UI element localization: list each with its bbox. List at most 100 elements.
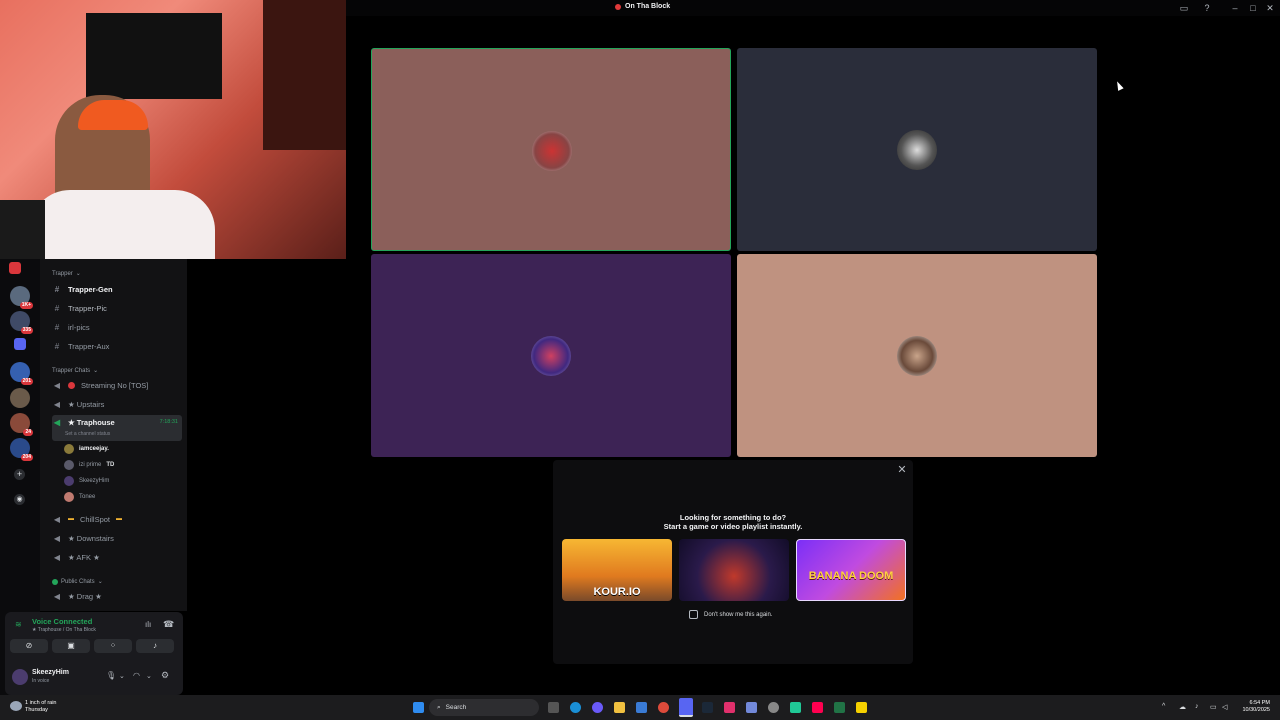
app-icon[interactable] bbox=[790, 702, 801, 713]
hash-icon: # bbox=[54, 322, 60, 332]
participant-tile[interactable] bbox=[737, 48, 1097, 251]
close-icon[interactable]: ✕ bbox=[896, 464, 908, 476]
server-icon[interactable]: 1K+ bbox=[10, 286, 33, 309]
channel-trapper-aux[interactable]: # Trapper-Aux bbox=[52, 338, 182, 354]
speaker-icon: ◀ bbox=[53, 591, 61, 601]
voice-channel-drag[interactable]: ◀ ★ Drag ★ bbox=[52, 588, 182, 604]
activities-button[interactable]: ⁘ bbox=[94, 639, 132, 653]
folder-icon[interactable] bbox=[14, 338, 26, 350]
participant-avatar bbox=[532, 131, 572, 171]
steam-icon[interactable] bbox=[702, 702, 713, 713]
channel-trapper-pic[interactable]: # Trapper-Pic bbox=[52, 300, 182, 316]
voice-member[interactable]: iamceejay. bbox=[64, 444, 109, 454]
voice-channel-upstairs[interactable]: ◀ ★ Upstairs bbox=[52, 396, 182, 412]
inbox-icon[interactable]: ▭ bbox=[1179, 3, 1189, 13]
speaker-icon: ◀ bbox=[53, 552, 61, 562]
speaker-tray-icon[interactable]: ◁ bbox=[1222, 703, 1227, 711]
task-view-icon[interactable] bbox=[548, 702, 559, 713]
windows-start-icon[interactable] bbox=[413, 702, 424, 713]
server-icon[interactable]: 335 bbox=[10, 311, 33, 334]
user-avatar[interactable] bbox=[12, 669, 28, 685]
channel-label: Trapper-Aux bbox=[68, 341, 110, 351]
voice-panel: ≋ Voice Connected ★ Traphouse / On Tha B… bbox=[5, 612, 183, 695]
server-icon[interactable] bbox=[10, 388, 30, 408]
category-trapper-chats[interactable]: Trapper Chats ⌄ bbox=[52, 367, 98, 375]
chevron-down-icon[interactable]: ⌄ bbox=[119, 672, 125, 680]
weather-widget[interactable]: 1 inch of rain Thursday bbox=[25, 700, 57, 714]
network-icon[interactable]: ▭ bbox=[1210, 703, 1217, 711]
taskbar-clock[interactable]: 6:54 PM 10/30/2025 bbox=[1242, 700, 1270, 714]
checkbox-icon[interactable] bbox=[689, 610, 698, 619]
participant-tile[interactable] bbox=[371, 48, 731, 251]
store-icon[interactable] bbox=[636, 702, 647, 713]
server-icon[interactable]: 204 bbox=[10, 438, 33, 461]
participant-tile[interactable] bbox=[371, 254, 731, 457]
hash-icon: # bbox=[54, 284, 60, 294]
clock-time: 6:54 PM bbox=[1249, 700, 1270, 706]
voice-channel-streaming[interactable]: ◀ Streaming No [TOS] bbox=[52, 377, 182, 393]
disconnect-icon[interactable]: ☎ bbox=[163, 619, 174, 630]
voice-channel-downstairs[interactable]: ◀ ★ Downstairs bbox=[52, 530, 182, 546]
voice-member[interactable]: SkeezyHim bbox=[64, 476, 109, 486]
taskbar-search[interactable]: ⌕ Search bbox=[429, 699, 539, 716]
voice-member[interactable]: izi prime TD bbox=[64, 460, 114, 470]
voice-channel-afk[interactable]: ◀ ★ AFK ★ bbox=[52, 549, 182, 565]
camera-button[interactable]: ⊘ bbox=[10, 639, 48, 653]
channel-label: ★ AFK ★ bbox=[68, 552, 100, 562]
red-circle-icon bbox=[68, 381, 75, 389]
channel-status[interactable]: Set a channel status bbox=[65, 431, 110, 437]
app-icon[interactable] bbox=[746, 702, 757, 713]
channel-irl-pics[interactable]: # irl-pics bbox=[52, 319, 182, 335]
game-card-dark[interactable] bbox=[679, 539, 789, 601]
minimize-icon[interactable]: – bbox=[1230, 3, 1240, 13]
maximize-icon[interactable]: □ bbox=[1248, 3, 1258, 13]
help-icon[interactable]: ? bbox=[1202, 3, 1212, 13]
hash-icon: # bbox=[54, 303, 60, 313]
add-server-icon[interactable]: + bbox=[14, 469, 25, 480]
noise-suppression-icon[interactable]: ılı bbox=[145, 620, 151, 629]
sticky-notes-icon[interactable] bbox=[856, 702, 867, 713]
server-icon[interactable] bbox=[9, 262, 21, 274]
excel-icon[interactable] bbox=[834, 702, 845, 713]
copilot-icon[interactable] bbox=[592, 702, 603, 713]
game-card-kour[interactable]: KOUR.IO bbox=[562, 539, 672, 601]
settings-gear-icon[interactable]: ⚙ bbox=[161, 670, 169, 681]
discover-icon[interactable]: ◉ bbox=[14, 494, 25, 505]
server-icon[interactable]: 201 bbox=[10, 362, 33, 385]
category-trapper[interactable]: Trapper ⌄ bbox=[52, 270, 81, 278]
instagram-icon[interactable] bbox=[724, 702, 735, 713]
tiktok-icon[interactable] bbox=[812, 702, 823, 713]
voice-channel-chillspot[interactable]: ◀ ▬ ChillSpot ▬ bbox=[52, 511, 182, 527]
category-public-chats[interactable]: Public Chats ⌄ bbox=[52, 578, 103, 585]
voice-channel-traphouse[interactable]: ◀ ★ Traphouse 7:18:31 Set a channel stat… bbox=[52, 415, 182, 441]
chevron-up-icon[interactable]: ^ bbox=[1162, 703, 1165, 710]
user-name[interactable]: SkeezyHim bbox=[32, 669, 69, 676]
mention-badge: 201 bbox=[20, 378, 33, 385]
server-icon[interactable]: 24 bbox=[10, 413, 33, 436]
mention-badge: 335 bbox=[20, 327, 33, 334]
edge-icon[interactable] bbox=[570, 702, 581, 713]
headphones-icon[interactable]: ◠ bbox=[133, 671, 140, 680]
game-card-banana-doom[interactable]: BANANA DOOM bbox=[796, 539, 906, 601]
chrome-icon[interactable] bbox=[658, 702, 669, 713]
close-window-icon[interactable]: ✕ bbox=[1265, 3, 1275, 13]
voice-location[interactable]: ★ Traphouse / On Tha Block bbox=[32, 627, 96, 633]
cloud-icon[interactable]: ☁ bbox=[1179, 703, 1186, 711]
file-explorer-icon[interactable] bbox=[614, 702, 625, 713]
signal-icon[interactable]: ≋ bbox=[15, 620, 22, 629]
channel-trapper-gen[interactable]: # Trapper-Gen bbox=[52, 281, 182, 297]
chevron-down-icon[interactable]: ⌄ bbox=[146, 672, 152, 680]
speaker-icon: ◀ bbox=[53, 514, 61, 524]
game-title: KOUR.IO bbox=[593, 586, 641, 598]
microphone-icon[interactable]: 🎙 bbox=[106, 671, 116, 680]
discord-icon[interactable] bbox=[679, 698, 693, 717]
participant-tile[interactable] bbox=[737, 254, 1097, 457]
screen-share-button[interactable]: ▣ bbox=[52, 639, 90, 653]
microphone-tray-icon[interactable]: ♪ bbox=[1195, 703, 1199, 710]
dont-show-again-checkbox[interactable]: Don't show me this again. bbox=[689, 610, 773, 619]
voice-member[interactable]: Tonee bbox=[64, 492, 95, 502]
chatgpt-icon[interactable] bbox=[768, 702, 779, 713]
weather-rain-icon[interactable] bbox=[10, 701, 22, 711]
soundboard-button[interactable]: ♪ bbox=[136, 639, 174, 653]
taskbar: 1 inch of rain Thursday ⌕ Search ^ ☁ ♪ ▭… bbox=[0, 695, 1280, 720]
